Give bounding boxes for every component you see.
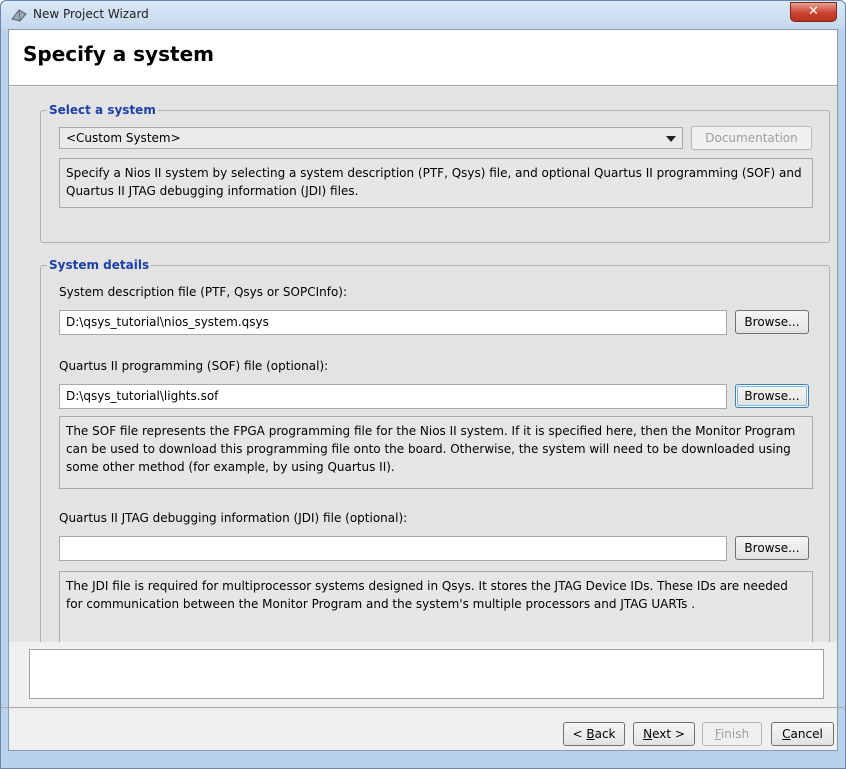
chevron-down-icon[interactable] bbox=[666, 136, 676, 142]
documentation-button[interactable]: Documentation bbox=[691, 126, 812, 150]
back-label-prefix: < bbox=[572, 727, 587, 741]
select-system-legend: Select a system bbox=[47, 103, 158, 117]
sof-browse-button[interactable]: Browse... bbox=[735, 384, 809, 408]
back-label-suffix: ack bbox=[594, 727, 616, 741]
wizard-icon bbox=[11, 9, 27, 22]
select-system-group: Select a system <Custom System> Document… bbox=[40, 103, 830, 243]
page-title: Specify a system bbox=[23, 42, 214, 66]
jdi-file-field[interactable] bbox=[59, 536, 727, 561]
jdi-description: The JDI file is required for multiproces… bbox=[59, 571, 813, 642]
sof-file-field[interactable]: D:\qsys_tutorial\lights.sof bbox=[59, 384, 727, 409]
footer-divider bbox=[1, 707, 846, 708]
sof-description: The SOF file represents the FPGA program… bbox=[59, 416, 813, 489]
back-button[interactable]: < Back bbox=[563, 722, 625, 746]
next-label-key: N bbox=[643, 727, 653, 741]
wizard-window: New Project Wizard ✕ Specify a system Se… bbox=[0, 0, 846, 769]
system-details-group: System details System description file (… bbox=[40, 258, 830, 642]
system-details-legend: System details bbox=[47, 258, 152, 272]
cancel-label-key: C bbox=[782, 727, 791, 741]
sysdesc-label: System description file (PTF, Qsys or SO… bbox=[59, 285, 348, 299]
page-header: Specify a system bbox=[9, 30, 837, 86]
system-select[interactable]: <Custom System> bbox=[59, 127, 683, 149]
cancel-button[interactable]: Cancel bbox=[771, 722, 834, 746]
sysdesc-browse-button[interactable]: Browse... bbox=[735, 310, 809, 334]
content-area: Select a system <Custom System> Document… bbox=[9, 87, 837, 642]
next-label-suffix: ext > bbox=[652, 727, 685, 741]
sysdesc-file-field[interactable]: D:\qsys_tutorial\nios_system.qsys bbox=[59, 310, 727, 335]
message-area bbox=[29, 649, 824, 699]
close-button[interactable]: ✕ bbox=[790, 2, 837, 22]
system-select-value: <Custom System> bbox=[66, 131, 181, 145]
cancel-label-suffix: ancel bbox=[790, 727, 823, 741]
title-bar: New Project Wizard ✕ bbox=[1, 1, 845, 29]
jdi-browse-button[interactable]: Browse... bbox=[735, 536, 809, 560]
jdi-label: Quartus II JTAG debugging information (J… bbox=[59, 511, 408, 525]
close-icon: ✕ bbox=[808, 4, 819, 19]
next-button[interactable]: Next > bbox=[633, 722, 695, 746]
back-label-key: B bbox=[586, 727, 595, 741]
wizard-frame: Specify a system Select a system <Custom… bbox=[8, 29, 838, 751]
finish-button[interactable]: Finish bbox=[702, 722, 762, 746]
window-title: New Project Wizard bbox=[33, 7, 149, 21]
finish-label-suffix: inish bbox=[720, 727, 750, 741]
sof-label: Quartus II programming (SOF) file (optio… bbox=[59, 359, 329, 373]
select-system-description: Specify a Nios II system by selecting a … bbox=[59, 158, 813, 208]
